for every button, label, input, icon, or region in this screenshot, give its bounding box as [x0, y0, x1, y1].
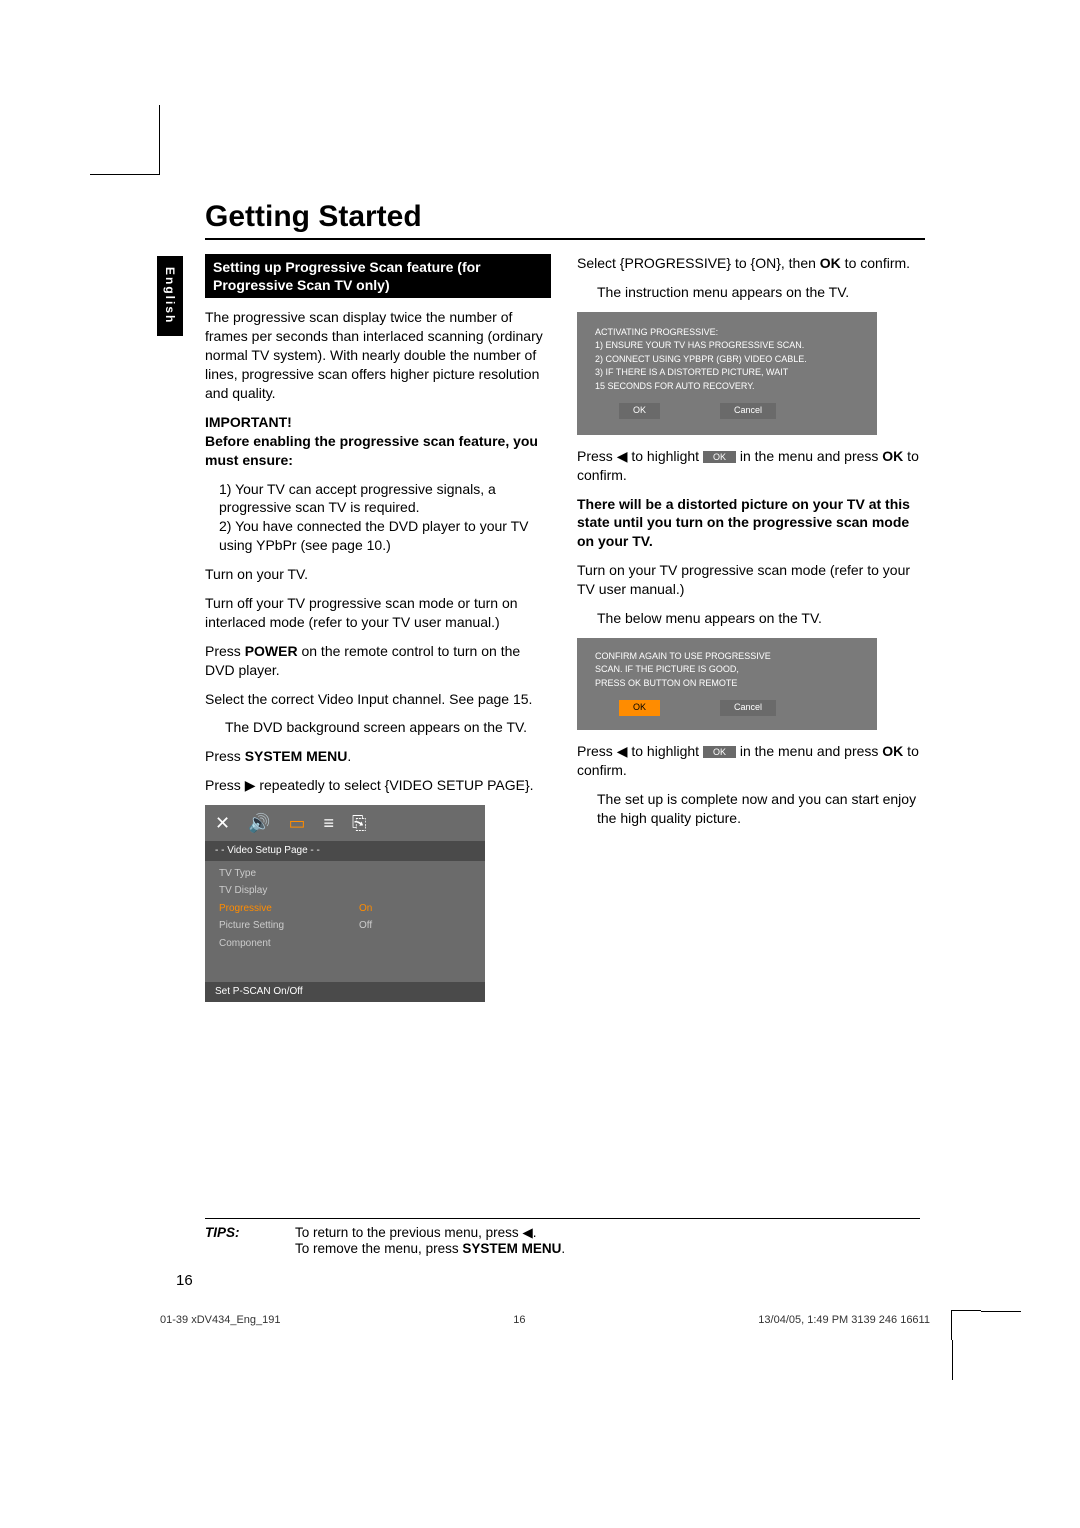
below-menu-text: The below menu appears on the TV. — [583, 609, 923, 628]
language-tab: English — [157, 256, 183, 336]
tv-icon: ▭ — [289, 811, 306, 835]
inline-ok-badge: OK — [703, 746, 736, 758]
select-input: Select the correct Video Input channel. … — [205, 690, 551, 709]
speaker-icon: 🔊 — [248, 811, 270, 835]
dialog-confirm: CONFIRM AGAIN TO USE PROGRESSIVE SCAN. I… — [577, 638, 877, 730]
crop-mark-br — [951, 1310, 981, 1340]
bars-icon: ≡ — [324, 811, 335, 835]
left-arrow-icon: ◀ — [522, 1225, 532, 1240]
dialog-ok-button: OK — [619, 403, 660, 419]
important-label: IMPORTANT! — [205, 413, 551, 432]
menu-header: - - Video Setup Page - - — [205, 841, 485, 861]
press-system-menu: Press SYSTEM MENU. — [205, 747, 551, 766]
menu-row: TV Type — [205, 865, 485, 883]
intro-text: The progressive scan display twice the n… — [205, 308, 551, 402]
before-text: Before enabling the progressive scan fea… — [205, 432, 551, 470]
footer-filename: 01-39 xDV434_Eng_191 — [160, 1314, 280, 1326]
exit-icon: ⎘ — [352, 811, 366, 835]
crop-mark-tl — [130, 145, 160, 175]
video-setup-menu: ✕ 🔊 ▭ ≡ ⎘ - - Video Setup Page - - TV Ty… — [205, 805, 485, 1002]
left-column: Setting up Progressive Scan feature (for… — [205, 254, 551, 1012]
tips-label: TIPS: — [205, 1225, 295, 1256]
menu-footer: Set P-SCAN On/Off — [205, 982, 485, 1002]
footer-page: 16 — [513, 1314, 525, 1326]
dialog-cancel-button: Cancel — [720, 403, 776, 419]
press-power: Press POWER on the remote control to tur… — [205, 642, 551, 680]
dialog-cancel-button: Cancel — [720, 700, 776, 716]
tips-footer: TIPS: To return to the previous menu, pr… — [205, 1218, 925, 1256]
press-left-1: Press ◀ to highlight OK in the menu and … — [577, 447, 923, 485]
setup-complete: The set up is complete now and you can s… — [583, 790, 923, 828]
dialog-ok-button-hl: OK — [619, 700, 660, 716]
menu-row: Picture SettingOff — [205, 917, 485, 935]
list-item-1: 1) Your TV can accept progressive signal… — [205, 480, 551, 518]
select-progressive: Select {PROGRESSIVE} to {ON}, then OK to… — [577, 254, 923, 273]
page-number: 16 — [176, 1272, 193, 1289]
tools-icon: ✕ — [215, 811, 230, 835]
list-item-2: 2) You have connected the DVD player to … — [205, 517, 551, 555]
instruction-menu-text: The instruction menu appears on the TV. — [583, 283, 923, 302]
inline-ok-badge: OK — [703, 451, 736, 463]
menu-row-highlighted: ProgressiveOn — [205, 900, 485, 918]
title-rule — [205, 238, 925, 240]
turn-on-prog-mode: Turn on your TV progressive scan mode (r… — [577, 561, 923, 599]
section-header: Setting up Progressive Scan feature (for… — [205, 254, 551, 298]
footer-datetime: 13/04/05, 1:49 PM 3139 246 16611 — [758, 1314, 930, 1326]
menu-row: Component — [205, 935, 485, 953]
menu-icon-row: ✕ 🔊 ▭ ≡ ⎘ — [205, 805, 485, 841]
press-right: Press ▶ repeatedly to select {VIDEO SETU… — [205, 776, 551, 795]
left-arrow-icon: ◀ — [617, 743, 628, 759]
left-arrow-icon: ◀ — [617, 448, 628, 464]
menu-row: TV Display — [205, 882, 485, 900]
dialog-activating: ACTIVATING PROGRESSIVE: 1) ENSURE YOUR T… — [577, 312, 877, 435]
distorted-warning: There will be a distorted picture on you… — [577, 495, 923, 552]
turn-on-tv: Turn on your TV. — [205, 565, 551, 584]
press-left-2: Press ◀ to highlight OK in the menu and … — [577, 742, 923, 780]
print-footer: 01-39 xDV434_Eng_191 16 13/04/05, 1:49 P… — [160, 1314, 930, 1326]
right-column: Select {PROGRESSIVE} to {ON}, then OK to… — [577, 254, 923, 1012]
right-arrow-icon: ▶ — [245, 777, 256, 793]
turn-off-prog: Turn off your TV progressive scan mode o… — [205, 594, 551, 632]
page-title: Getting Started — [205, 200, 925, 234]
page-content: English Getting Started Setting up Progr… — [165, 200, 925, 1012]
dvd-background: The DVD background screen appears on the… — [211, 718, 551, 737]
